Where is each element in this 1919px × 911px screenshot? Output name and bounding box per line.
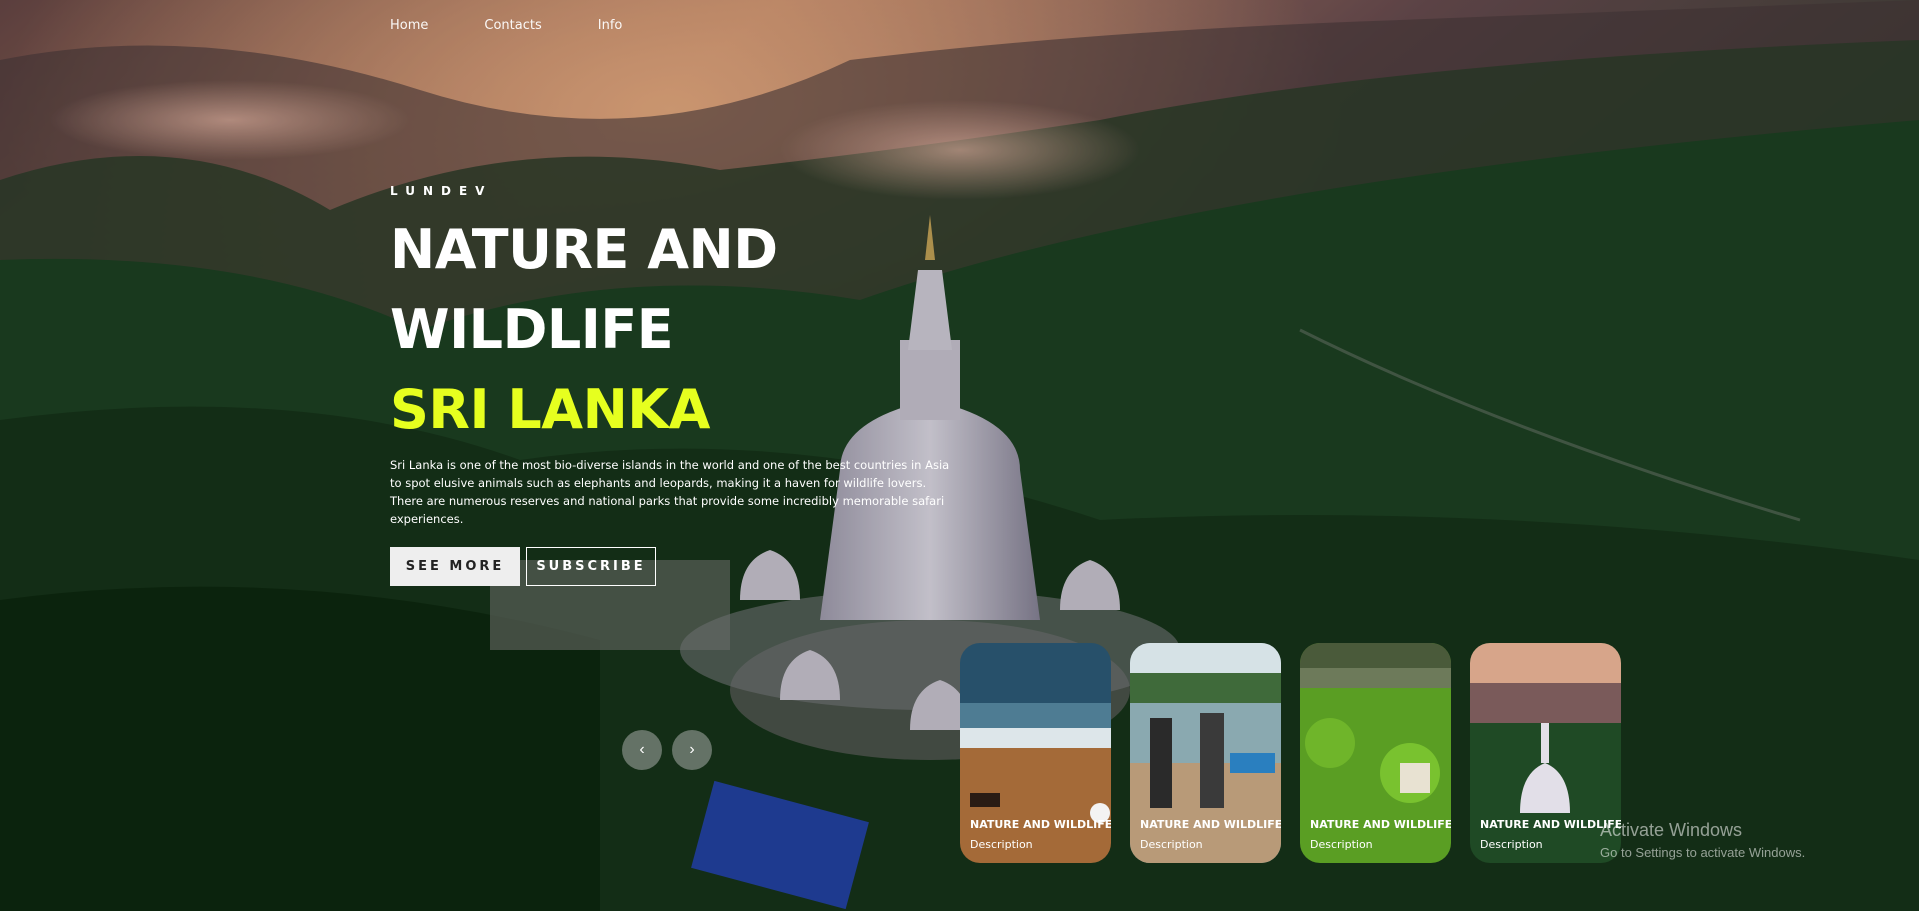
- nav-home-link[interactable]: Home: [390, 18, 428, 33]
- slider-arrows: ‹ ›: [622, 730, 712, 770]
- card-title: NATURE AND WILDLIFE: [970, 818, 1111, 831]
- top-nav: Home Contacts Info: [390, 18, 678, 33]
- card-title: NATURE AND WILDLIFE: [1140, 818, 1281, 831]
- hero-buttons: SEE MORE SUBSCRIBE: [390, 547, 950, 586]
- nav-contacts-link[interactable]: Contacts: [484, 18, 541, 33]
- card-tea-plantation[interactable]: NATURE AND WILDLIFE Description: [1300, 643, 1451, 863]
- card-description: Description: [1480, 838, 1543, 851]
- see-more-button[interactable]: SEE MORE: [390, 547, 520, 586]
- card-fishermen[interactable]: NATURE AND WILDLIFE Description: [1130, 643, 1281, 863]
- activation-title: Activate Windows: [1600, 820, 1743, 840]
- page-subtitle: SRI LANKA: [390, 378, 710, 441]
- card-beach[interactable]: NATURE AND WILDLIFE Description: [960, 643, 1111, 863]
- activation-subtitle: Go to Settings to activate Windows.: [1600, 845, 1806, 860]
- chevron-left-icon[interactable]: ‹: [622, 730, 662, 770]
- nav-info-link[interactable]: Info: [598, 18, 623, 33]
- page-title: NATURE AND WILDLIFE: [390, 218, 778, 361]
- thumbnail-cards: NATURE AND WILDLIFE Description NATURE A…: [960, 643, 1621, 863]
- hero-content: LUNDEV NATURE AND WILDLIFE SRI LANKA Sri…: [390, 184, 950, 586]
- card-description: Description: [1310, 838, 1373, 851]
- card-stupa[interactable]: NATURE AND WILDLIFE Description: [1470, 643, 1621, 863]
- hero-description: Sri Lanka is one of the most bio-diverse…: [390, 458, 950, 526]
- windows-activation-watermark: Activate Windows Go to Settings to activ…: [1600, 820, 1805, 860]
- card-title: NATURE AND WILDLIFE: [1310, 818, 1451, 831]
- card-description: Description: [1140, 838, 1203, 851]
- brand-label: LUNDEV: [390, 184, 493, 198]
- card-description: Description: [970, 838, 1033, 851]
- chevron-right-icon[interactable]: ›: [672, 730, 712, 770]
- subscribe-button[interactable]: SUBSCRIBE: [526, 547, 656, 586]
